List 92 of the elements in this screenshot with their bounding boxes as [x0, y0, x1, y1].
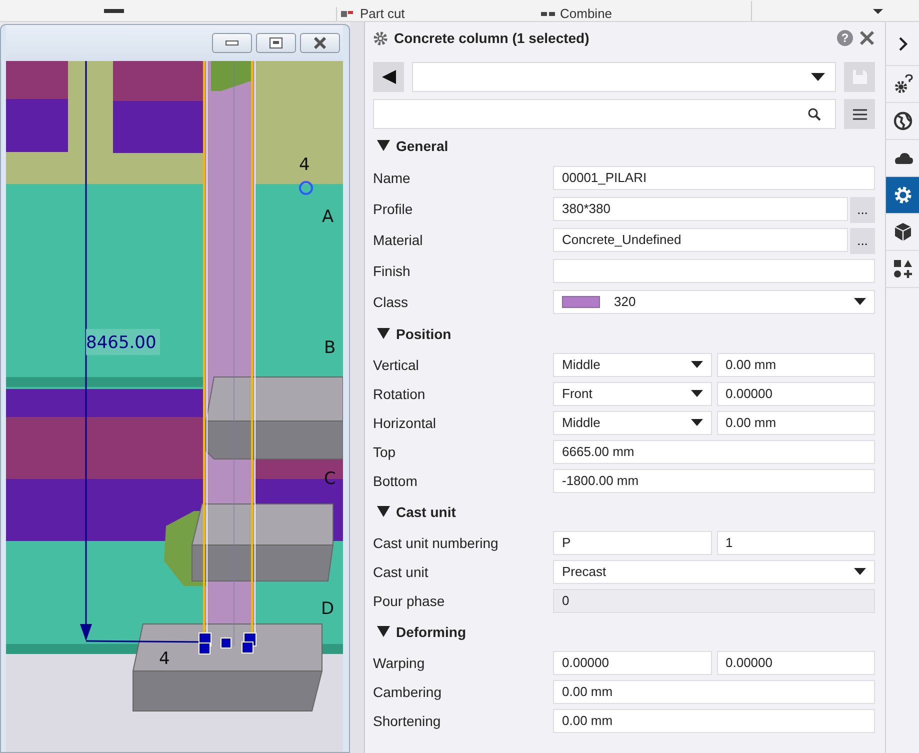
text-field[interactable]: 0.00000: [716, 382, 875, 406]
dropdown-value: Precast: [562, 564, 606, 579]
field-label: Class: [373, 294, 410, 310]
dimension-label: 8465.00: [86, 333, 156, 353]
section-header[interactable]: General: [396, 138, 448, 154]
gear-icon: [373, 30, 388, 46]
grid-label: 4: [299, 155, 310, 175]
search-icon: [808, 108, 821, 120]
text-field[interactable]: 6665.00 mm: [553, 440, 875, 464]
dropdown-arrow-icon[interactable]: [854, 298, 866, 305]
globe-icon: [892, 111, 912, 131]
text-field[interactable]: [553, 258, 875, 282]
grid-label: D: [321, 599, 334, 619]
part-cut-icon[interactable]: [341, 10, 355, 18]
field-label: Vertical: [373, 356, 420, 372]
text-field[interactable]: 0.00 mm: [553, 680, 875, 704]
expand-arrow-icon[interactable]: [377, 506, 390, 517]
text-field[interactable]: Concrete_Undefined: [553, 228, 848, 252]
text-field[interactable]: 0.00000: [553, 650, 712, 674]
dropdown-value: Middle: [562, 415, 600, 430]
field-label: Top: [373, 444, 397, 460]
text-field[interactable]: 0.00000: [716, 650, 875, 674]
panel-title: Concrete column (1 selected): [394, 30, 590, 46]
dropdown-arrow-icon[interactable]: [873, 8, 883, 14]
dropdown[interactable]: Middle: [553, 410, 712, 434]
field-label: Bottom: [373, 472, 418, 488]
close-icon[interactable]: [859, 30, 875, 46]
field-label: Profile: [373, 200, 414, 216]
dropdown-value: Middle: [562, 357, 600, 372]
grid-label: B: [324, 338, 336, 358]
dropdown[interactable]: Middle: [553, 352, 712, 376]
dropdown-arrow-icon[interactable]: [854, 568, 866, 575]
toolbar-label[interactable]: Combine: [560, 7, 612, 21]
browse-button[interactable]: ...: [850, 228, 875, 254]
class-dropdown[interactable]: 320: [553, 290, 875, 314]
field-label: Material: [373, 232, 424, 248]
back-icon: [382, 70, 396, 84]
dropdown-arrow-icon[interactable]: [690, 390, 702, 397]
floppy-icon: [852, 69, 868, 85]
field-label: Rotation: [373, 386, 426, 402]
toolbar-label[interactable]: Part cut: [360, 7, 405, 21]
maximize-icon: [269, 37, 283, 49]
gear-icon: [892, 74, 912, 94]
expand-arrow-icon[interactable]: [377, 140, 390, 151]
dropdown-value: 320: [614, 294, 637, 309]
side-tab[interactable]: [886, 177, 919, 214]
menu-icon: [852, 108, 866, 120]
field-label: Warping: [373, 654, 426, 670]
section-header[interactable]: Position: [396, 326, 452, 342]
readonly-field: 0: [553, 588, 875, 612]
field-label: Shortening: [373, 712, 442, 728]
cube-icon: [892, 222, 912, 242]
section-header[interactable]: Deforming: [396, 624, 466, 640]
grid-label: C: [324, 469, 336, 489]
gear-icon: [892, 185, 912, 205]
text-field[interactable]: -1800.00 mm: [553, 468, 875, 492]
part-label: 4: [159, 649, 170, 669]
chevron-icon: [898, 36, 908, 50]
field-label: Name: [373, 170, 412, 186]
minimize-button[interactable]: [212, 33, 252, 53]
text-field[interactable]: P: [553, 530, 712, 554]
combine-icon[interactable]: [541, 10, 555, 18]
field-label: Horizontal: [373, 414, 438, 430]
back-button[interactable]: [373, 62, 404, 92]
text-field[interactable]: 0.00 mm: [716, 410, 875, 434]
browse-button[interactable]: ...: [850, 196, 875, 222]
field-label: Cast unit: [373, 564, 430, 580]
text-field[interactable]: 0.00 mm: [716, 352, 875, 376]
text-field[interactable]: 00001_PILARI: [553, 166, 875, 190]
maximize-button[interactable]: [256, 33, 296, 53]
dropdown[interactable]: Front: [553, 382, 712, 406]
shapes-icon: [892, 259, 912, 279]
field-label: Finish: [373, 262, 412, 278]
field-label: Pour phase: [373, 592, 446, 608]
expand-arrow-icon[interactable]: [377, 626, 390, 637]
text-field[interactable]: 0.00 mm: [553, 708, 875, 732]
text-field[interactable]: 1: [716, 530, 875, 554]
dropdown[interactable]: Precast: [553, 560, 875, 584]
grid-label: A: [322, 207, 334, 227]
dropdown-arrow-icon[interactable]: [690, 361, 702, 368]
section-header[interactable]: Cast unit: [396, 504, 456, 520]
close-icon: [313, 37, 327, 49]
text-field[interactable]: 380*380: [553, 196, 848, 220]
dropdown-arrow-icon[interactable]: [690, 419, 702, 426]
search-field[interactable]: [373, 99, 836, 129]
field-label: Cambering: [373, 684, 442, 700]
dropdown-value: Front: [562, 386, 592, 401]
menu-button[interactable]: [844, 99, 875, 129]
field-label: Cast unit numbering: [373, 534, 500, 550]
close-button[interactable]: [300, 33, 340, 53]
dropdown-arrow-icon: [811, 73, 825, 81]
expand-arrow-icon[interactable]: [377, 328, 390, 339]
